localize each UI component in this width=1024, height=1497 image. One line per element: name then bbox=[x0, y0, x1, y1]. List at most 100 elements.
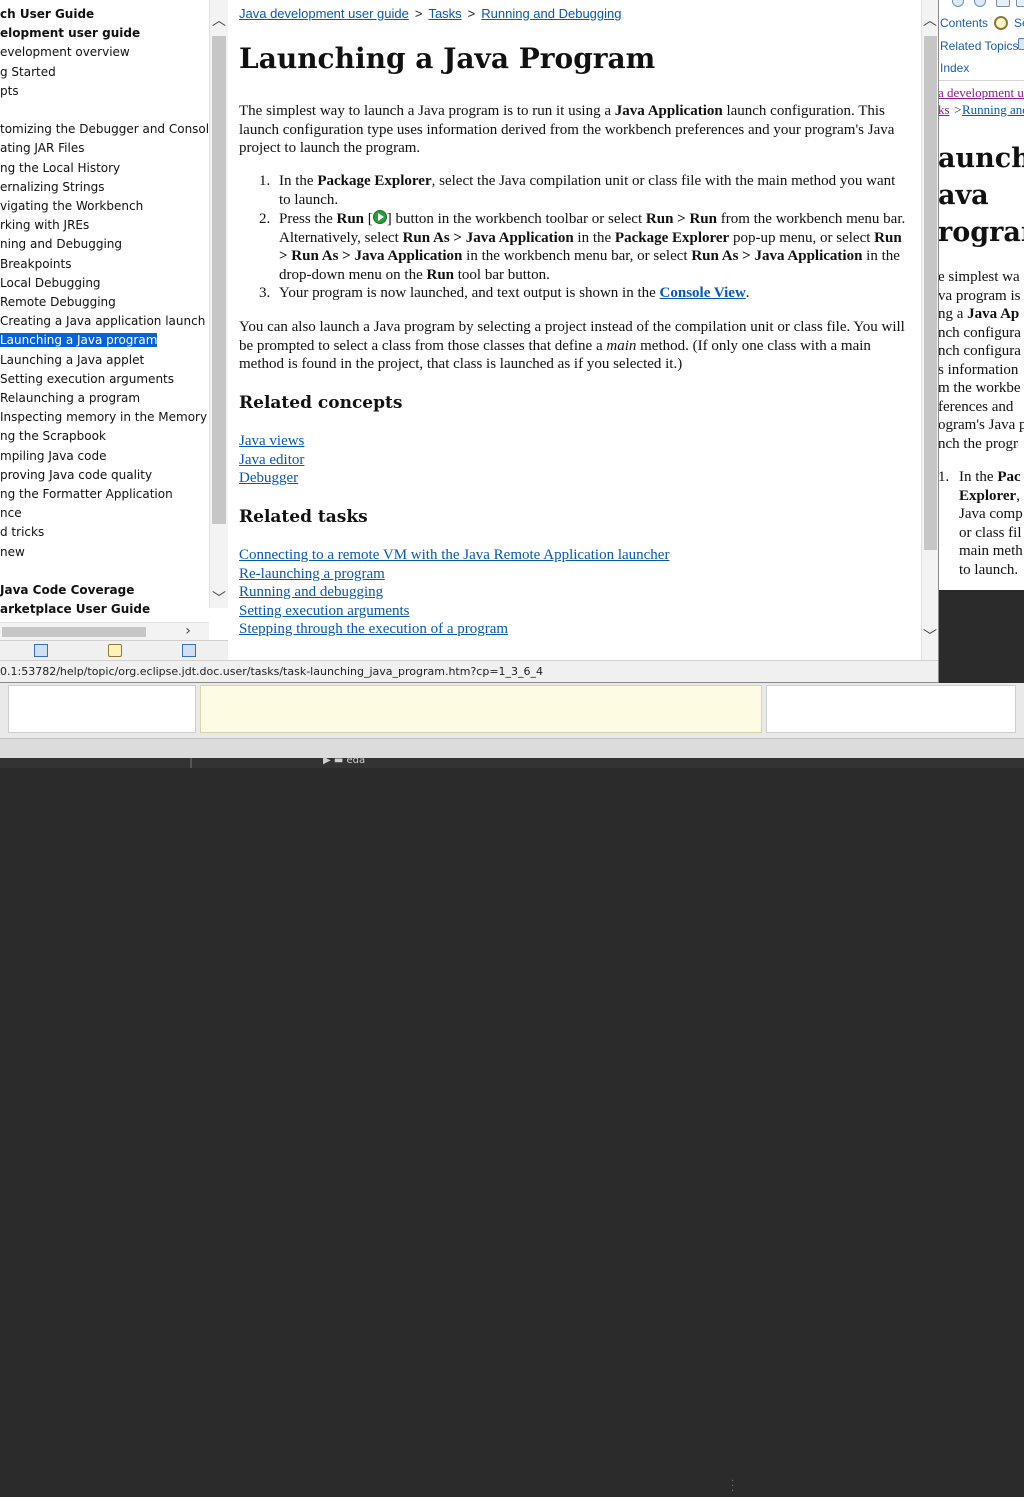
toc-item-label: evelopment overview bbox=[0, 45, 130, 60]
related-task-link[interactable]: Connecting to a remote VM with the Java … bbox=[239, 547, 669, 563]
list-item-text: In the Package Explorer, select the Java… bbox=[279, 172, 909, 209]
toc-item-label: Creating a Java application launch confi bbox=[0, 314, 228, 329]
search-tab[interactable]: Se bbox=[1014, 16, 1024, 30]
related-concept-link[interactable]: Debugger bbox=[239, 470, 298, 486]
paragraph-line: nch configura bbox=[938, 343, 1021, 359]
eclipse-background-statusbar: · · · bbox=[0, 738, 1024, 1497]
toc-item[interactable]: ating JAR Files bbox=[0, 139, 84, 158]
index-tab[interactable]: Index bbox=[940, 61, 969, 75]
bookmarks-tab-icon[interactable] bbox=[182, 644, 196, 657]
contents-tab-icon[interactable] bbox=[34, 644, 48, 657]
topic-content: Java development user guide > Tasks > Runnin… bbox=[229, 0, 921, 660]
toc-item-label: Launching a Java program bbox=[0, 332, 159, 349]
content-vertical-scrollbar[interactable]: ︿ ﹀ bbox=[921, 0, 938, 660]
breadcrumb-link[interactable]: ks bbox=[938, 102, 950, 118]
toc-item[interactable]: Relaunching a program bbox=[0, 389, 140, 408]
help-toolbar-icon[interactable] bbox=[1016, 0, 1024, 7]
drag-grip-icon[interactable]: · · · bbox=[731, 1477, 734, 1497]
related-task-link[interactable]: Stepping through the execution of a prog… bbox=[239, 621, 508, 637]
toc-item[interactable]: Launching a Java program bbox=[0, 331, 159, 350]
toc-item[interactable]: proving Java code quality bbox=[0, 466, 152, 485]
toc-item-label: ating JAR Files bbox=[0, 141, 85, 156]
toc-item[interactable]: elopment user guide bbox=[0, 24, 140, 43]
toc-item[interactable]: Breakpoints bbox=[0, 255, 71, 274]
toc-item[interactable]: ernalizing Strings bbox=[0, 178, 104, 197]
paragraph-line: ferences and bbox=[938, 398, 1014, 415]
toc-item[interactable]: Creating a Java application launch confi bbox=[0, 312, 228, 331]
toc-item-label: nce bbox=[0, 506, 22, 521]
search-icon[interactable] bbox=[994, 16, 1008, 30]
scroll-up-icon[interactable]: ︿ bbox=[211, 14, 227, 28]
contents-tab[interactable]: Contents bbox=[940, 16, 988, 30]
search-tab-icon[interactable] bbox=[108, 644, 122, 657]
toc-horizontal-scrollbar[interactable]: › bbox=[0, 622, 209, 640]
toc-item[interactable]: g Started bbox=[0, 63, 56, 82]
status-url: 0.1:53782/help/topic/org.eclipse.jdt.doc… bbox=[0, 665, 544, 678]
scrollbar-thumb[interactable] bbox=[212, 36, 226, 524]
toc-item[interactable]: arketplace User Guide bbox=[0, 600, 150, 619]
toc-item[interactable]: vigating the Workbench bbox=[0, 197, 143, 216]
toc-item[interactable]: new bbox=[0, 543, 25, 562]
toc-item[interactable]: Launching a Java applet bbox=[0, 351, 144, 370]
text: pop-up menu, or select bbox=[729, 229, 875, 246]
toc-item[interactable]: ning and Debugging bbox=[0, 235, 122, 254]
related-task-link[interactable]: Re-launching a program bbox=[239, 566, 385, 582]
scrollbar-thumb[interactable] bbox=[924, 36, 937, 550]
toc-item-label: proving Java code quality bbox=[0, 467, 153, 482]
toc-item[interactable]: pts bbox=[0, 82, 19, 101]
run-icon bbox=[372, 210, 387, 224]
list-line: Java comp bbox=[959, 506, 1023, 522]
play-icon: ▶ ▬ bbox=[323, 755, 347, 766]
toc-item-label: Breakpoints bbox=[0, 256, 72, 271]
toc-item[interactable]: Local Debugging bbox=[0, 274, 101, 293]
toc-item-label: arketplace User Guide bbox=[0, 602, 151, 617]
scroll-right-icon[interactable]: › bbox=[180, 624, 196, 638]
toc-item-label: Java Code Coverage bbox=[0, 583, 135, 597]
breadcrumb-link-tasks[interactable]: Tasks bbox=[428, 6, 461, 21]
toc-item[interactable]: Inspecting memory in the Memory view bbox=[0, 408, 228, 427]
toc-item[interactable]: mpiling Java code bbox=[0, 447, 106, 466]
bookmark-icon[interactable] bbox=[1018, 38, 1024, 50]
related-concept-link[interactable]: Java views bbox=[239, 433, 304, 449]
list-line: main meth bbox=[959, 543, 1023, 559]
breadcrumb-link[interactable]: Running and bbox=[962, 102, 1024, 118]
bold-text: Java Application bbox=[614, 103, 723, 119]
bold-text: Run As > Java Application bbox=[402, 229, 574, 246]
toc-item[interactable]: ng the Local History bbox=[0, 159, 120, 178]
related-topics-tab[interactable]: Related Topics bbox=[940, 39, 1019, 53]
scroll-down-icon[interactable]: ﹀ bbox=[211, 592, 227, 606]
toc-item[interactable]: Setting execution arguments bbox=[0, 370, 174, 389]
toc-item[interactable]: rking with JREs bbox=[0, 216, 89, 235]
toc-item[interactable]: ng the Scrapbook bbox=[0, 427, 106, 446]
related-task-link[interactable]: Setting execution arguments bbox=[239, 603, 410, 619]
toc-item-label: Remote Debugging bbox=[0, 295, 116, 309]
related-task-link[interactable]: Running and debugging bbox=[239, 584, 383, 600]
toc-item-label: mpiling Java code bbox=[0, 448, 107, 463]
scroll-down-icon[interactable]: ﹀ bbox=[922, 630, 938, 644]
toc-item[interactable]: d tricks bbox=[0, 523, 44, 542]
console-view-link[interactable]: Console View bbox=[660, 285, 746, 301]
scrollbar-thumb[interactable] bbox=[2, 627, 146, 637]
related-concept-link[interactable]: Java editor bbox=[239, 452, 304, 468]
toc-item-label: rking with JREs bbox=[0, 218, 90, 233]
toc-item[interactable]: evelopment overview bbox=[0, 43, 130, 62]
breadcrumb-link-running-debugging[interactable]: Running and Debugging bbox=[481, 6, 621, 21]
paragraph-line: nch the progr bbox=[938, 435, 1018, 452]
toc-vertical-scrollbar[interactable]: ︿ ﹀ bbox=[209, 0, 228, 608]
breadcrumb-link[interactable]: a development u bbox=[938, 85, 1024, 101]
toc-item[interactable]: ng the Formatter Application bbox=[0, 485, 173, 504]
breadcrumb-link-dev-guide[interactable]: Java development user guide bbox=[239, 6, 409, 21]
help-toolbar-icon[interactable] bbox=[996, 0, 1010, 7]
bold-text: Pac bbox=[997, 469, 1021, 485]
toc-item[interactable]: nce bbox=[0, 504, 22, 523]
bold-text: Run bbox=[336, 211, 365, 227]
toc-item[interactable]: Remote Debugging bbox=[0, 293, 116, 312]
toc-item[interactable]: ch User Guide bbox=[0, 5, 94, 24]
taskbar-item-label[interactable]: ▶ ▬ eda bbox=[323, 755, 365, 766]
text: tool bar button. bbox=[454, 266, 550, 283]
toc-item[interactable]: tomizing the Debugger and Console bbox=[0, 120, 217, 139]
text: in the workbench menu bar, or select bbox=[462, 248, 692, 264]
scroll-up-icon[interactable]: ︿ bbox=[922, 14, 938, 28]
related-tasks-list: Connecting to a remote VM with the Java … bbox=[239, 546, 669, 639]
toc-item[interactable]: Java Code Coverage bbox=[0, 581, 134, 600]
